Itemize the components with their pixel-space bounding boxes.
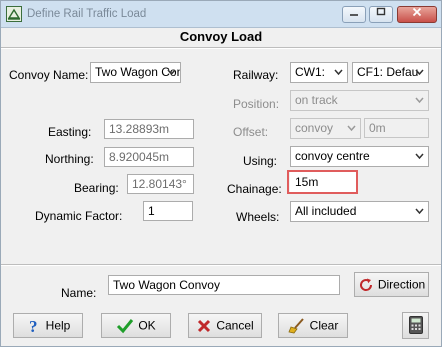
name-field[interactable]: Two Wagon Convoy — [108, 275, 340, 295]
railway-select[interactable]: CW1: — [290, 62, 348, 83]
help-button[interactable]: ? Help — [13, 313, 83, 338]
clear-label: Clear — [309, 318, 339, 333]
using-select[interactable]: convoy centre — [290, 146, 429, 167]
dynamic-factor-label: Dynamic Factor: — [35, 209, 123, 223]
position-value: on track — [295, 93, 338, 107]
chainage-label: Chainage: — [227, 182, 282, 196]
dialog-heading: Convoy Load — [179, 29, 263, 44]
northing-field[interactable]: 8.920045m — [104, 147, 194, 167]
convoy-name-label: Convoy Name: — [9, 68, 89, 82]
close-icon — [412, 7, 422, 17]
clear-button[interactable]: Clear — [278, 313, 348, 338]
divider — [1, 47, 441, 49]
calculator-button[interactable] — [402, 312, 429, 339]
refresh-icon — [359, 278, 372, 291]
chevron-down-icon — [167, 69, 176, 76]
direction-label: Direction — [377, 277, 426, 292]
chevron-down-icon — [347, 125, 356, 132]
using-value: convoy centre — [295, 149, 370, 163]
easting-label: Easting: — [48, 125, 92, 139]
convoy-name-select[interactable]: Two Wagon Con — [90, 62, 181, 83]
chainage-highlight — [287, 170, 358, 194]
help-icon: ? — [29, 318, 38, 334]
close-button[interactable] — [397, 6, 437, 23]
direction-button[interactable]: Direction — [354, 272, 429, 297]
help-label: Help — [45, 318, 71, 333]
chevron-down-icon — [415, 153, 424, 160]
offset-field[interactable]: 0m — [364, 118, 429, 138]
bearing-field[interactable]: 12.80143° — [127, 174, 194, 194]
easting-field[interactable]: 13.28893m — [104, 119, 194, 139]
maximize-icon — [376, 7, 386, 16]
chevron-down-icon — [334, 69, 343, 76]
bearing-label: Bearing: — [74, 181, 119, 195]
ok-label: OK — [138, 318, 156, 333]
dialog-window: Define Rail Traffic Load Convoy Load Con… — [0, 0, 442, 347]
name-label: Name: — [61, 286, 97, 300]
window-title: Define Rail Traffic Load — [27, 8, 147, 20]
minimize-button[interactable] — [342, 6, 366, 23]
railway-value: CW1: — [295, 65, 325, 79]
ok-button[interactable]: OK — [101, 313, 171, 338]
title-bar: Define Rail Traffic Load — [1, 1, 441, 28]
minimize-icon — [350, 14, 358, 16]
checkmark-icon — [117, 318, 134, 334]
calculator-icon — [408, 316, 423, 334]
rail-line-value: CF1: Defau — [357, 65, 419, 79]
offset-label: Offset: — [233, 125, 269, 139]
app-icon — [6, 6, 22, 22]
chevron-down-icon — [415, 208, 424, 215]
wheels-value: All included — [295, 204, 357, 218]
position-select[interactable]: on track — [290, 90, 429, 111]
cancel-x-icon — [198, 319, 211, 332]
dynamic-factor-field[interactable]: 1 — [143, 201, 193, 221]
wheels-label: Wheels: — [236, 210, 280, 224]
chevron-down-icon — [415, 69, 424, 76]
railway-label: Railway: — [233, 68, 279, 82]
broom-icon — [288, 318, 304, 334]
cancel-button[interactable]: Cancel — [188, 313, 262, 338]
offset-select[interactable]: convoy — [290, 118, 361, 139]
maximize-button[interactable] — [369, 6, 393, 23]
using-label: Using: — [243, 154, 278, 168]
position-label: Position: — [233, 97, 280, 111]
divider — [1, 264, 441, 266]
offset-combo-value: convoy — [295, 121, 334, 135]
northing-label: Northing: — [45, 152, 94, 166]
wheels-select[interactable]: All included — [290, 201, 429, 222]
chevron-down-icon — [415, 97, 424, 104]
svg-text:?: ? — [29, 318, 38, 334]
cancel-label: Cancel — [216, 318, 254, 333]
rail-line-select[interactable]: CF1: Defau — [352, 62, 429, 83]
